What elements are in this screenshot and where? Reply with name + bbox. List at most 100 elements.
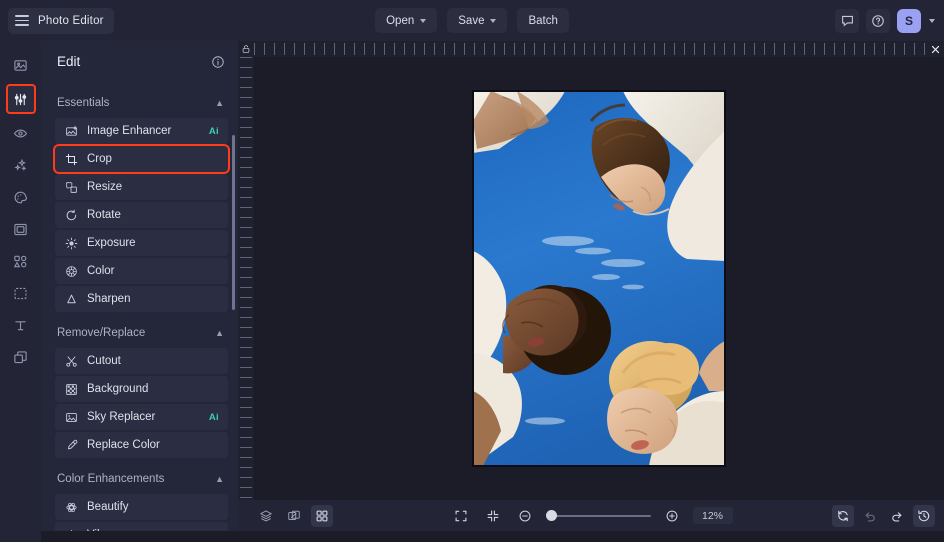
zoom-level-value[interactable]: 12% xyxy=(693,507,733,524)
top-bar: Photo Editor Open Save Batch xyxy=(0,0,944,41)
menu-item-sky-replacer[interactable]: Sky Replacer Ai xyxy=(55,404,228,430)
brand-menu-button[interactable]: Photo Editor xyxy=(8,8,114,34)
menu-item-sharpen[interactable]: Sharpen xyxy=(55,286,228,312)
close-icon[interactable] xyxy=(928,42,942,56)
ruler-tick xyxy=(534,43,535,55)
rail-item-shapes[interactable] xyxy=(8,248,34,274)
rail-item-adjust[interactable] xyxy=(6,84,36,114)
avatar[interactable]: S xyxy=(897,9,921,33)
save-button[interactable]: Save xyxy=(447,8,507,33)
reset-icon[interactable] xyxy=(832,505,854,527)
ruler-tick xyxy=(240,497,252,498)
ruler-tick xyxy=(240,467,252,468)
photo-image[interactable] xyxy=(473,91,725,466)
panel-header: Edit xyxy=(41,41,238,82)
rail-item-frame[interactable] xyxy=(8,216,34,242)
chevron-up-icon[interactable]: ▲ xyxy=(215,475,224,484)
undo-icon[interactable] xyxy=(859,505,881,527)
ruler-tick xyxy=(564,43,565,55)
group-header-essentials[interactable]: Essentials ▲ xyxy=(41,90,238,116)
help-icon[interactable] xyxy=(866,9,890,33)
ruler-tick xyxy=(240,297,252,298)
layers-stack-icon[interactable] xyxy=(255,505,277,527)
ruler-tick xyxy=(524,43,525,55)
photo-editor-app: Photo Editor Open Save Batch xyxy=(0,0,944,531)
menu-item-resize[interactable]: Resize xyxy=(55,174,228,200)
rail-item-mask[interactable] xyxy=(8,280,34,306)
zoom-in-icon[interactable] xyxy=(661,505,683,527)
rail-item-effects[interactable] xyxy=(8,152,34,178)
ruler-tick xyxy=(240,407,252,408)
batch-button[interactable]: Batch xyxy=(517,8,568,33)
ruler-tick xyxy=(240,247,252,248)
actual-size-icon[interactable] xyxy=(482,505,504,527)
menu-item-label: Crop xyxy=(87,153,219,165)
ruler-tick xyxy=(754,43,755,55)
ruler-tick xyxy=(744,43,745,55)
menu-item-vibrance[interactable]: Vibrance xyxy=(55,522,228,531)
beautify-icon xyxy=(65,501,78,514)
group-label: Essentials xyxy=(57,97,109,109)
history-icon[interactable] xyxy=(913,505,935,527)
ruler-tick xyxy=(774,43,775,55)
menu-item-crop[interactable]: Crop xyxy=(55,146,228,172)
ruler-tick xyxy=(240,447,252,448)
ruler-tick xyxy=(554,43,555,55)
ruler-tick xyxy=(764,43,765,55)
rail-item-text[interactable] xyxy=(8,312,34,338)
avatar-chevron-down-icon[interactable] xyxy=(929,19,935,23)
fit-screen-icon[interactable] xyxy=(450,505,472,527)
chevron-up-icon[interactable]: ▲ xyxy=(215,329,224,338)
hamburger-icon[interactable] xyxy=(15,15,29,26)
menu-item-label: Replace Color xyxy=(87,439,219,451)
group-header-color-enhancements[interactable]: Color Enhancements ▲ xyxy=(41,466,238,492)
ruler-tick xyxy=(684,43,685,55)
grid-view-icon[interactable] xyxy=(311,505,333,527)
ruler-tick xyxy=(844,43,845,55)
menu-item-label: Exposure xyxy=(87,237,219,249)
chevron-up-icon[interactable]: ▲ xyxy=(215,99,224,108)
vertical-ruler[interactable] xyxy=(238,57,254,500)
menu-item-label: Color xyxy=(87,265,219,277)
menu-item-image-enhancer[interactable]: Image Enhancer Ai xyxy=(55,118,228,144)
rail-item-layers[interactable] xyxy=(8,344,34,370)
open-button[interactable]: Open xyxy=(375,8,437,33)
feedback-icon[interactable] xyxy=(835,9,859,33)
zoom-slider-handle[interactable] xyxy=(546,510,557,521)
menu-item-label: Beautify xyxy=(87,501,219,513)
canvas-stage[interactable] xyxy=(254,57,944,500)
ruler-tick xyxy=(374,43,375,55)
lock-icon[interactable] xyxy=(238,41,254,57)
menu-item-replace-color[interactable]: Replace Color xyxy=(55,432,228,458)
ruler-tick xyxy=(240,227,252,228)
menu-item-exposure[interactable]: Exposure xyxy=(55,230,228,256)
rail-item-image[interactable] xyxy=(8,52,34,78)
panel-scrollbar[interactable] xyxy=(232,135,235,310)
ruler-tick xyxy=(854,43,855,55)
zoom-out-icon[interactable] xyxy=(514,505,536,527)
menu-item-color[interactable]: Color xyxy=(55,258,228,284)
menu-item-rotate[interactable]: Rotate xyxy=(55,202,228,228)
rail-item-color[interactable] xyxy=(8,184,34,210)
ruler-tick xyxy=(924,43,925,55)
info-icon[interactable] xyxy=(211,55,225,69)
horizontal-ruler[interactable] xyxy=(254,41,944,57)
sharpen-icon xyxy=(65,293,78,306)
menu-item-label: Image Enhancer xyxy=(87,125,200,137)
rail-item-retouch[interactable] xyxy=(8,120,34,146)
menu-item-cutout[interactable]: Cutout xyxy=(55,348,228,374)
group-header-remove-replace[interactable]: Remove/Replace ▲ xyxy=(41,320,238,346)
zoom-slider[interactable] xyxy=(546,515,651,517)
redo-icon[interactable] xyxy=(886,505,908,527)
ruler-tick xyxy=(334,43,335,55)
save-button-label: Save xyxy=(458,15,484,27)
scissors-icon xyxy=(65,355,78,368)
ruler-tick xyxy=(354,43,355,55)
compare-icon[interactable] xyxy=(283,505,305,527)
ruler-tick xyxy=(240,77,252,78)
menu-item-background[interactable]: Background xyxy=(55,376,228,402)
ruler-tick xyxy=(694,43,695,55)
rotate-icon xyxy=(65,209,78,222)
chevron-down-icon xyxy=(490,19,496,23)
menu-item-beautify[interactable]: Beautify xyxy=(55,494,228,520)
